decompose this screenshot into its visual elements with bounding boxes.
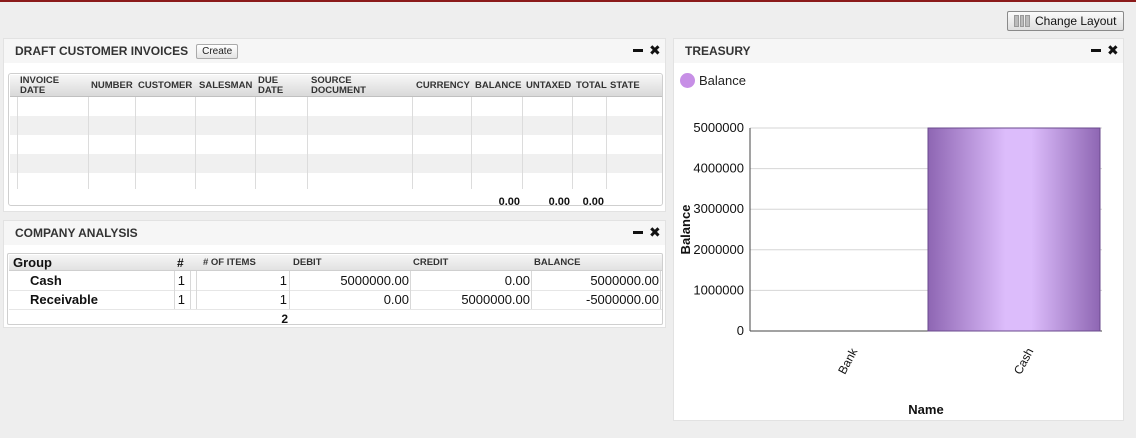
table-row[interactable]	[10, 173, 662, 192]
close-icon[interactable]: ✖	[649, 225, 661, 239]
invoices-table-header: INVOICE DATE NUMBER CUSTOMER SALESMAN DU…	[10, 75, 662, 97]
y-tick-label: 2000000	[693, 242, 744, 257]
y-tick-label: 1000000	[693, 282, 744, 297]
bar-cash	[927, 127, 1101, 332]
draft-invoices-header: Draft Customer Invoices Create ✖	[4, 39, 665, 63]
col-source-document[interactable]: SOURCE DOCUMENT	[311, 75, 377, 97]
company-analysis-panel: Company Analysis ✖ Group # # OF ITEMS DE…	[3, 220, 666, 328]
col-due-date[interactable]: DUE DATE	[258, 75, 292, 97]
total-items: 2	[281, 312, 288, 326]
group-name: Receivable	[30, 292, 98, 307]
col-untaxed[interactable]: UNTAXED	[526, 75, 576, 97]
top-accent-line	[0, 0, 1136, 2]
minimize-icon[interactable]	[633, 225, 643, 239]
analysis-table-header: Group # # OF ITEMS DEBIT CREDIT BALANCE	[9, 255, 662, 271]
credit-value: 0.00	[504, 273, 530, 288]
table-row[interactable]: Receivable 1 1 0.00 5000000.00 -5000000.…	[9, 290, 662, 309]
hash-value: 1	[177, 273, 185, 288]
draft-invoices-title: Draft Customer Invoices	[15, 44, 189, 58]
col-balance[interactable]: BALANCE	[475, 75, 525, 97]
y-axis-title: Balance	[678, 205, 693, 255]
col-credit[interactable]: CREDIT	[413, 255, 448, 271]
items-value: 1	[279, 292, 287, 307]
layout-icon	[1014, 15, 1031, 27]
col-debit[interactable]: DEBIT	[293, 255, 322, 271]
close-icon[interactable]: ✖	[649, 43, 661, 57]
y-tick-label: 5000000	[693, 120, 744, 135]
treasury-chart: 0 1000000 2000000 3000000 4000000 5000000 Bank…	[678, 120, 1102, 417]
col-customer[interactable]: CUSTOMER	[138, 75, 198, 97]
draft-invoices-panel: Draft Customer Invoices Create ✖ INVOICE…	[3, 38, 666, 212]
col-analysis-balance[interactable]: BALANCE	[534, 255, 580, 271]
table-row[interactable]	[10, 116, 662, 135]
col-total[interactable]: TOTAL	[576, 75, 610, 97]
invoices-table: INVOICE DATE NUMBER CUSTOMER SALESMAN DU…	[8, 73, 663, 206]
x-tick-label: Cash	[1011, 346, 1037, 377]
y-tick-label: 3000000	[693, 201, 744, 216]
total-untaxed: 0.00	[548, 196, 570, 206]
items-value: 1	[279, 273, 287, 288]
treasury-panel: Treasury ✖ Balance 0 1000000 2000000 300000…	[673, 38, 1124, 421]
change-layout-label: Change Layout	[1035, 14, 1117, 28]
minimize-icon[interactable]	[633, 43, 643, 57]
y-tick-label: 0	[737, 323, 744, 338]
balance-value: -5000000.00	[585, 292, 659, 307]
balance-value: 5000000.00	[590, 273, 659, 288]
col-invoice-date[interactable]: INVOICE DATE	[20, 75, 86, 97]
table-row[interactable]	[10, 135, 662, 154]
total-balance: 0.00	[498, 196, 520, 206]
col-items[interactable]: # OF ITEMS	[203, 255, 256, 271]
total-total: 0.00	[582, 196, 604, 206]
debit-value: 0.00	[383, 292, 409, 307]
company-analysis-title: Company Analysis	[15, 226, 138, 240]
debit-value: 5000000.00	[340, 273, 409, 288]
col-salesman[interactable]: SALESMAN	[199, 75, 257, 97]
table-row[interactable]: Cash 1 1 5000000.00 0.00 5000000.00	[9, 271, 662, 290]
company-analysis-header: Company Analysis ✖	[4, 221, 665, 245]
change-layout-button[interactable]: Change Layout	[1007, 11, 1124, 31]
credit-value: 5000000.00	[461, 292, 530, 307]
group-name: Cash	[30, 273, 62, 288]
x-axis-title: Name	[908, 402, 943, 417]
col-state[interactable]: STATE	[610, 75, 650, 97]
hash-value: 1	[177, 292, 185, 307]
create-invoice-button[interactable]: Create	[196, 43, 239, 59]
x-tick-label: Bank	[835, 345, 861, 377]
y-tick-label: 4000000	[693, 161, 744, 176]
col-currency[interactable]: CURRENCY	[416, 75, 476, 97]
table-row[interactable]	[10, 97, 662, 116]
col-hash[interactable]: #	[177, 255, 184, 271]
col-number[interactable]: NUMBER	[91, 75, 137, 97]
analysis-table: Group # # OF ITEMS DEBIT CREDIT BALANCE …	[7, 253, 663, 326]
table-row[interactable]	[10, 154, 662, 173]
col-group[interactable]: Group	[13, 255, 52, 271]
